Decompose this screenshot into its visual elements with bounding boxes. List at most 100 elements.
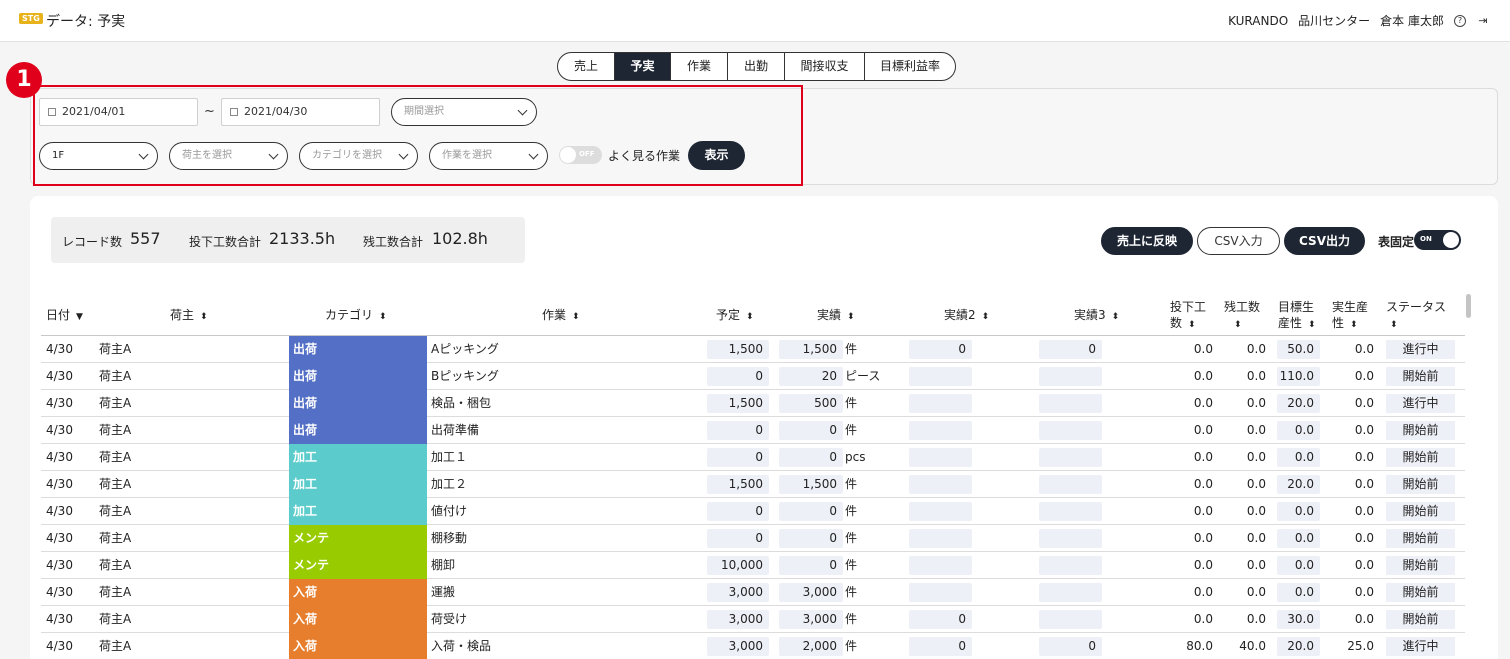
actual2-input[interactable]: 0 [909, 340, 972, 359]
logout-icon[interactable]: ⇥ [1476, 14, 1490, 28]
actual3-input[interactable] [1039, 475, 1102, 494]
target-input[interactable]: 0.0 [1277, 421, 1320, 440]
actual2-input[interactable] [909, 421, 972, 440]
target-input[interactable]: 20.0 [1277, 394, 1320, 413]
csv-import-button[interactable]: CSV入力 [1197, 227, 1280, 255]
actual-input[interactable]: 1,500 [779, 340, 843, 359]
table-row[interactable]: 4/30 荷主A 加工 加工１ 0 0 pcs 0.0 0.0 0.0 0.0 … [41, 444, 1465, 471]
table-row[interactable]: 4/30 荷主A メンテ 棚移動 0 0 件 0.0 0.0 0.0 0.0 開… [41, 525, 1465, 552]
show-button[interactable]: 表示 [688, 141, 745, 170]
plan-input[interactable]: 0 [707, 448, 769, 467]
actual-input[interactable]: 3,000 [779, 610, 843, 629]
actual3-input[interactable]: 0 [1039, 340, 1102, 359]
target-input[interactable]: 30.0 [1277, 610, 1320, 629]
date-from-field[interactable]: 2021/04/01 [39, 98, 198, 126]
tab-sales[interactable]: 売上 [558, 53, 615, 80]
status-badge[interactable]: 開始前 [1386, 610, 1455, 629]
date-to-field[interactable]: 2021/04/30 [221, 98, 380, 126]
tab-work[interactable]: 作業 [671, 53, 728, 80]
actual2-input[interactable] [909, 394, 972, 413]
target-input[interactable]: 0.0 [1277, 529, 1320, 548]
col-actual[interactable]: 実績 ⬍ [817, 307, 855, 325]
target-input[interactable]: 0.0 [1277, 502, 1320, 521]
table-row[interactable]: 4/30 荷主A 加工 値付け 0 0 件 0.0 0.0 0.0 0.0 開始… [41, 498, 1465, 525]
table-row[interactable]: 4/30 荷主A 加工 加工２ 1,500 1,500 件 0.0 0.0 20… [41, 471, 1465, 498]
status-badge[interactable]: 開始前 [1386, 583, 1455, 602]
plan-input[interactable]: 3,000 [707, 583, 769, 602]
status-badge[interactable]: 進行中 [1386, 394, 1455, 413]
actual2-input[interactable] [909, 475, 972, 494]
target-input[interactable]: 0.0 [1277, 556, 1320, 575]
col-shipper[interactable]: 荷主 ⬍ [170, 307, 208, 325]
plan-input[interactable]: 1,500 [707, 475, 769, 494]
period-select[interactable]: 期間選択 [391, 98, 537, 126]
actual3-input[interactable] [1039, 502, 1102, 521]
col-actual3[interactable]: 実績3 ⬍ [1074, 307, 1119, 325]
user-name[interactable]: 倉本 庫太郎 [1380, 12, 1444, 29]
status-badge[interactable]: 開始前 [1386, 448, 1455, 467]
table-row[interactable]: 4/30 荷主A 出荷 Aピッキング 1,500 1,500 件 0 0 0.0… [41, 336, 1465, 363]
actual2-input[interactable] [909, 556, 972, 575]
status-badge[interactable]: 進行中 [1386, 340, 1455, 359]
status-badge[interactable]: 進行中 [1386, 637, 1455, 656]
actual-input[interactable]: 0 [779, 502, 843, 521]
table-row[interactable]: 4/30 荷主A 入荷 運搬 3,000 3,000 件 0.0 0.0 0.0… [41, 579, 1465, 606]
table-row[interactable]: 4/30 荷主A 入荷 荷受け 3,000 3,000 件 0 0.0 0.0 … [41, 606, 1465, 633]
actual-input[interactable]: 0 [779, 421, 843, 440]
status-badge[interactable]: 開始前 [1386, 529, 1455, 548]
reflect-to-sales-button[interactable]: 売上に反映 [1101, 227, 1193, 255]
actual3-input[interactable] [1039, 556, 1102, 575]
tab-indirect[interactable]: 間接収支 [785, 53, 865, 80]
fix-table-toggle[interactable]: ON [1414, 230, 1461, 250]
target-input[interactable]: 110.0 [1277, 367, 1320, 386]
plan-input[interactable]: 0 [707, 529, 769, 548]
tab-attendance[interactable]: 出勤 [728, 53, 785, 80]
table-row[interactable]: 4/30 荷主A メンテ 棚卸 10,000 0 件 0.0 0.0 0.0 0… [41, 552, 1465, 579]
col-actual2[interactable]: 実績2 ⬍ [944, 307, 989, 325]
actual2-input[interactable] [909, 529, 972, 548]
actual-input[interactable]: 500 [779, 394, 843, 413]
status-badge[interactable]: 開始前 [1386, 556, 1455, 575]
actual3-input[interactable]: 0 [1039, 637, 1102, 656]
target-input[interactable]: 0.0 [1277, 583, 1320, 602]
col-input[interactable]: 投下工数 ⬍ [1170, 299, 1206, 333]
plan-input[interactable]: 1,500 [707, 394, 769, 413]
table-row[interactable]: 4/30 荷主A 入荷 入荷・検品 3,000 2,000 件 0 0 80.0… [41, 633, 1465, 659]
actual-input[interactable]: 20 [779, 367, 843, 386]
plan-input[interactable]: 10,000 [707, 556, 769, 575]
help-icon[interactable]: ? [1454, 14, 1466, 27]
actual2-input[interactable] [909, 583, 972, 602]
actual3-input[interactable] [1039, 583, 1102, 602]
shipper-select[interactable]: 荷主を選択 [169, 142, 288, 170]
table-scrollbar[interactable] [1466, 294, 1471, 318]
actual2-input[interactable] [909, 448, 972, 467]
col-target-productivity[interactable]: 目標生 産性 ⬍ [1278, 299, 1316, 333]
status-badge[interactable]: 開始前 [1386, 421, 1455, 440]
col-real-productivity[interactable]: 実生産性 ⬍ [1332, 299, 1368, 333]
actual3-input[interactable] [1039, 610, 1102, 629]
plan-input[interactable]: 3,000 [707, 610, 769, 629]
actual-input[interactable]: 0 [779, 529, 843, 548]
actual3-input[interactable] [1039, 421, 1102, 440]
tab-target-margin[interactable]: 目標利益率 [865, 53, 955, 80]
favorite-toggle[interactable]: OFF [559, 146, 602, 164]
actual2-input[interactable]: 0 [909, 637, 972, 656]
target-input[interactable]: 20.0 [1277, 475, 1320, 494]
floor-select[interactable]: 1F [39, 142, 158, 170]
table-row[interactable]: 4/30 荷主A 出荷 出荷準備 0 0 件 0.0 0.0 0.0 0.0 開… [41, 417, 1465, 444]
plan-input[interactable]: 1,500 [707, 340, 769, 359]
actual3-input[interactable] [1039, 394, 1102, 413]
target-input[interactable]: 50.0 [1277, 340, 1320, 359]
actual3-input[interactable] [1039, 529, 1102, 548]
csv-export-button[interactable]: CSV出力 [1284, 227, 1365, 255]
col-overtime[interactable]: 残工数 ⬍ [1224, 299, 1260, 333]
actual-input[interactable]: 0 [779, 448, 843, 467]
table-row[interactable]: 4/30 荷主A 出荷 検品・梱包 1,500 500 件 0.0 0.0 20… [41, 390, 1465, 417]
target-input[interactable]: 20.0 [1277, 637, 1320, 656]
actual3-input[interactable] [1039, 448, 1102, 467]
task-select[interactable]: 作業を選択 [429, 142, 548, 170]
target-input[interactable]: 0.0 [1277, 448, 1320, 467]
actual-input[interactable]: 1,500 [779, 475, 843, 494]
actual-input[interactable]: 3,000 [779, 583, 843, 602]
col-date[interactable]: 日付 ▼ [46, 307, 83, 325]
